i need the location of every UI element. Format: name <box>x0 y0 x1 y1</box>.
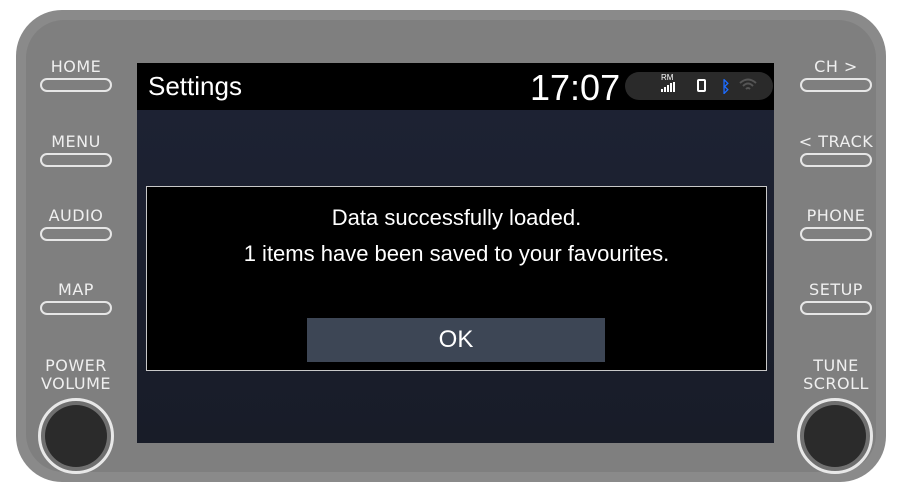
power-label: POWER <box>45 356 107 375</box>
phone-button-label: PHONE <box>806 206 866 225</box>
channel-next-button[interactable]: CH > <box>796 58 876 92</box>
track-prev-label: < TRACK <box>798 132 874 151</box>
clock: 17:07 <box>530 67 621 108</box>
audio-button[interactable]: AUDIO <box>36 207 116 241</box>
menu-button-pill <box>40 153 112 167</box>
track-prev-button[interactable]: < TRACK <box>796 133 876 167</box>
wifi-icon <box>739 78 757 90</box>
status-indicators: RM ᛒ <box>625 72 773 100</box>
channel-next-pill <box>800 78 872 92</box>
confirmation-dialog: Data successfully loaded. 1 items have b… <box>146 186 767 371</box>
map-button-label: MAP <box>58 280 94 299</box>
power-volume-label: POWER VOLUME <box>26 357 126 393</box>
setup-button[interactable]: SETUP <box>796 281 876 315</box>
map-button-pill <box>40 301 112 315</box>
audio-button-label: AUDIO <box>48 206 104 225</box>
tune-scroll-label: TUNE SCROLL <box>786 357 886 393</box>
track-prev-pill <box>800 153 872 167</box>
power-volume-knob[interactable] <box>38 398 114 474</box>
audio-button-pill <box>40 227 112 241</box>
menu-button-label: MENU <box>51 132 101 151</box>
rm-label: RM <box>661 73 674 82</box>
screen-title: Settings <box>148 71 242 101</box>
home-button[interactable]: HOME <box>36 58 116 92</box>
setup-button-pill <box>800 301 872 315</box>
dialog-message-line2: 1 items have been saved to your favourit… <box>243 241 670 266</box>
power-volume-knob-core <box>45 405 107 467</box>
dialog-message-line1: Data successfully loaded. <box>331 205 582 230</box>
channel-next-label: CH > <box>814 57 858 76</box>
phone-button[interactable]: PHONE <box>796 207 876 241</box>
tune-label: TUNE <box>813 356 859 375</box>
phone-button-pill <box>800 227 872 241</box>
ok-button[interactable]: OK <box>307 318 605 362</box>
signal-strength-icon <box>661 82 675 92</box>
scroll-label: SCROLL <box>803 374 869 393</box>
phone-battery-icon <box>697 79 706 92</box>
map-button[interactable]: MAP <box>36 281 116 315</box>
home-button-label: HOME <box>50 57 102 76</box>
tune-scroll-knob-core <box>804 405 866 467</box>
volume-label: VOLUME <box>41 374 111 393</box>
tune-scroll-knob[interactable] <box>797 398 873 474</box>
menu-button[interactable]: MENU <box>36 133 116 167</box>
home-button-pill <box>40 78 112 92</box>
status-bar: Settings 17:07 RM ᛒ <box>137 63 774 110</box>
bluetooth-icon: ᛒ <box>721 77 731 96</box>
setup-button-label: SETUP <box>809 280 863 299</box>
